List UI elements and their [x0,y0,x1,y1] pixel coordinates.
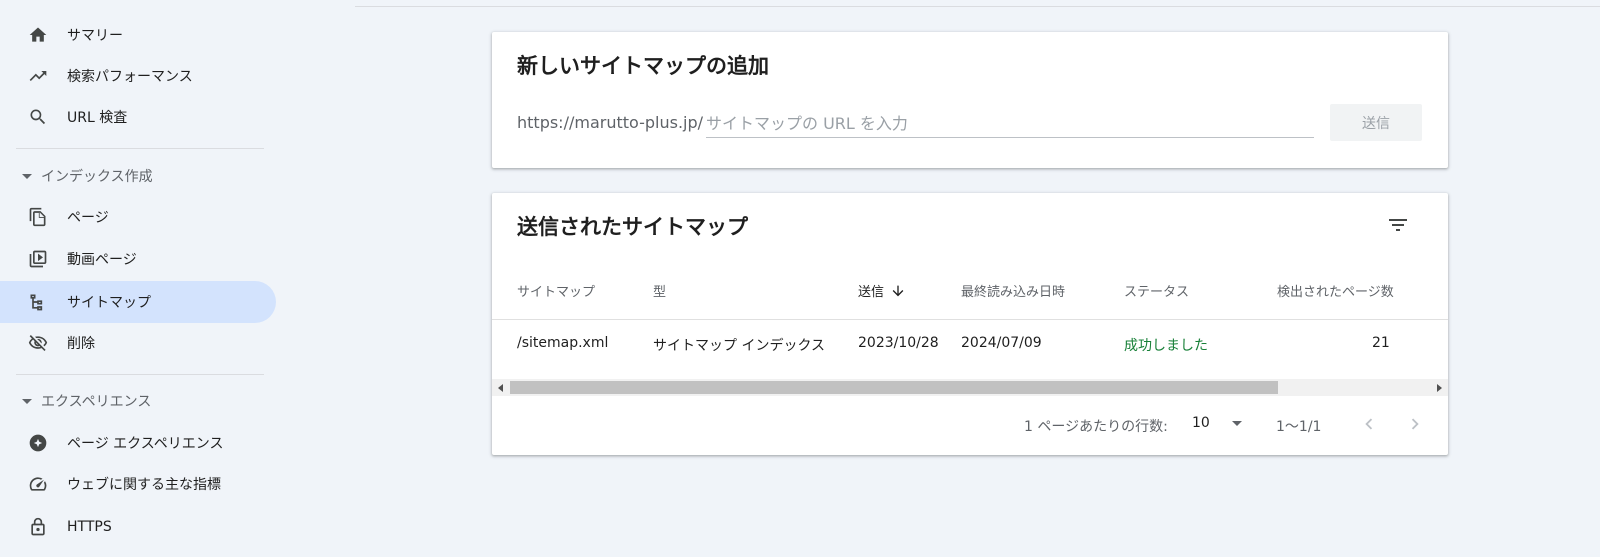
sitemap-url-input[interactable] [706,110,1314,138]
sidebar-item-label: 削除 [67,336,95,352]
home-icon [28,25,48,45]
pages-icon [28,207,48,227]
chevron-right-icon [1411,418,1419,430]
sitemap-icon [28,292,48,312]
sidebar-item-label: サイトマップ [67,295,151,311]
add-sitemap-title: 新しいサイトマップの追加 [517,54,769,78]
sidebar-item-label: 動画ページ [67,252,137,268]
cell-submitted: 2023/10/28 [858,335,939,351]
rows-per-page-label: 1 ページあたりの行数: [1024,419,1168,435]
rows-per-page-select[interactable]: 10 [1192,415,1242,431]
top-divider [355,6,1600,7]
sidebar-item-label: ページ エクスペリエンス [67,436,224,452]
sidebar-item-label: URL 検査 [67,110,128,126]
sidebar-item-pages[interactable]: ページ [0,196,276,238]
section-label: インデックス作成 [41,169,153,185]
search-icon [28,107,48,127]
section-header-experience[interactable]: エクスペリエンス [0,384,276,418]
caret-down-icon [1231,420,1242,426]
sidebar: サマリー 検索パフォーマンス URL 検査 インデックス作成 ページ 動画ページ… [0,0,280,557]
table-divider [492,319,1448,320]
cell-sitemap: /sitemap.xml [517,335,609,351]
sidebar-item-performance[interactable]: 検索パフォーマンス [0,55,276,97]
gauge-icon [28,474,48,494]
cell-type: サイトマップ インデックス [653,338,826,354]
column-header-label: ステータス [1124,285,1190,300]
pagination-range: 1〜1/1 [1276,419,1322,435]
column-header-sitemap[interactable]: サイトマップ [517,281,595,300]
sidebar-divider [16,374,264,375]
sidebar-item-label: ページ [67,210,109,226]
cell-last-read: 2024/07/09 [961,335,1042,351]
sidebar-item-core-web-vitals[interactable]: ウェブに関する主な指標 [0,463,276,505]
url-prefix: https://marutto-plus.jp/ [517,113,704,132]
cell-discovered-pages: 21 [1372,335,1390,351]
caret-down-icon [22,398,32,404]
lock-icon [28,517,48,537]
sidebar-item-video-pages[interactable]: 動画ページ [0,238,276,280]
removal-icon [28,333,48,353]
column-header-label: 型 [653,285,667,300]
video-pages-icon [28,249,48,269]
column-header-label: 最終読み込み日時 [961,285,1066,300]
page-experience-icon [28,433,48,453]
horizontal-scrollbar[interactable] [492,379,1448,396]
column-header-discovered-pages[interactable]: 検出されたページ数 [1277,281,1394,300]
trending-up-icon [28,66,48,86]
section-label: エクスペリエンス [41,394,152,410]
sidebar-item-page-experience[interactable]: ページ エクスペリエンス [0,422,276,464]
sidebar-item-url-inspection[interactable]: URL 検査 [0,96,276,138]
submitted-sitemaps-title: 送信されたサイトマップ [517,215,748,239]
arrow-down-icon [892,285,904,296]
filter-icon[interactable] [1385,212,1411,238]
column-header-type[interactable]: 型 [653,281,666,300]
column-header-label: 送信 [858,285,885,300]
chevron-left-icon [1365,418,1373,430]
caret-down-icon [22,173,32,179]
sidebar-item-label: サマリー [67,28,123,44]
column-header-label: 検出されたページ数 [1277,285,1394,300]
sidebar-item-label: HTTPS [67,519,112,535]
section-header-indexing[interactable]: インデックス作成 [0,159,276,193]
scroll-right-arrow-icon[interactable] [1437,384,1442,392]
sidebar-item-sitemaps[interactable]: サイトマップ [0,281,276,323]
status-badge: 成功しました [1124,338,1208,354]
add-sitemap-card: 新しいサイトマップの追加 https://marutto-plus.jp/ 送信 [492,32,1448,168]
sidebar-item-https[interactable]: HTTPS [0,506,276,548]
sidebar-divider [16,148,264,149]
column-header-label: サイトマップ [517,285,596,300]
sidebar-item-summary[interactable]: サマリー [0,14,276,56]
scroll-left-arrow-icon[interactable] [498,384,503,392]
sidebar-item-label: ウェブに関する主な指標 [67,477,221,493]
column-header-submitted[interactable]: 送信 [858,281,906,300]
next-page-button[interactable] [1402,411,1428,437]
sidebar-item-label: 検索パフォーマンス [67,69,193,85]
previous-page-button[interactable] [1356,411,1382,437]
scrollbar-thumb[interactable] [510,381,1278,394]
column-header-last-read[interactable]: 最終読み込み日時 [961,281,1065,300]
sidebar-item-removals[interactable]: 削除 [0,322,276,364]
column-header-status[interactable]: ステータス [1124,281,1189,300]
rows-per-page-value: 10 [1192,415,1210,431]
submit-button[interactable]: 送信 [1330,104,1422,141]
submitted-sitemaps-card: 送信されたサイトマップ サイトマップ 型 送信 最終読み込み日時 ステータス 検… [492,193,1448,455]
